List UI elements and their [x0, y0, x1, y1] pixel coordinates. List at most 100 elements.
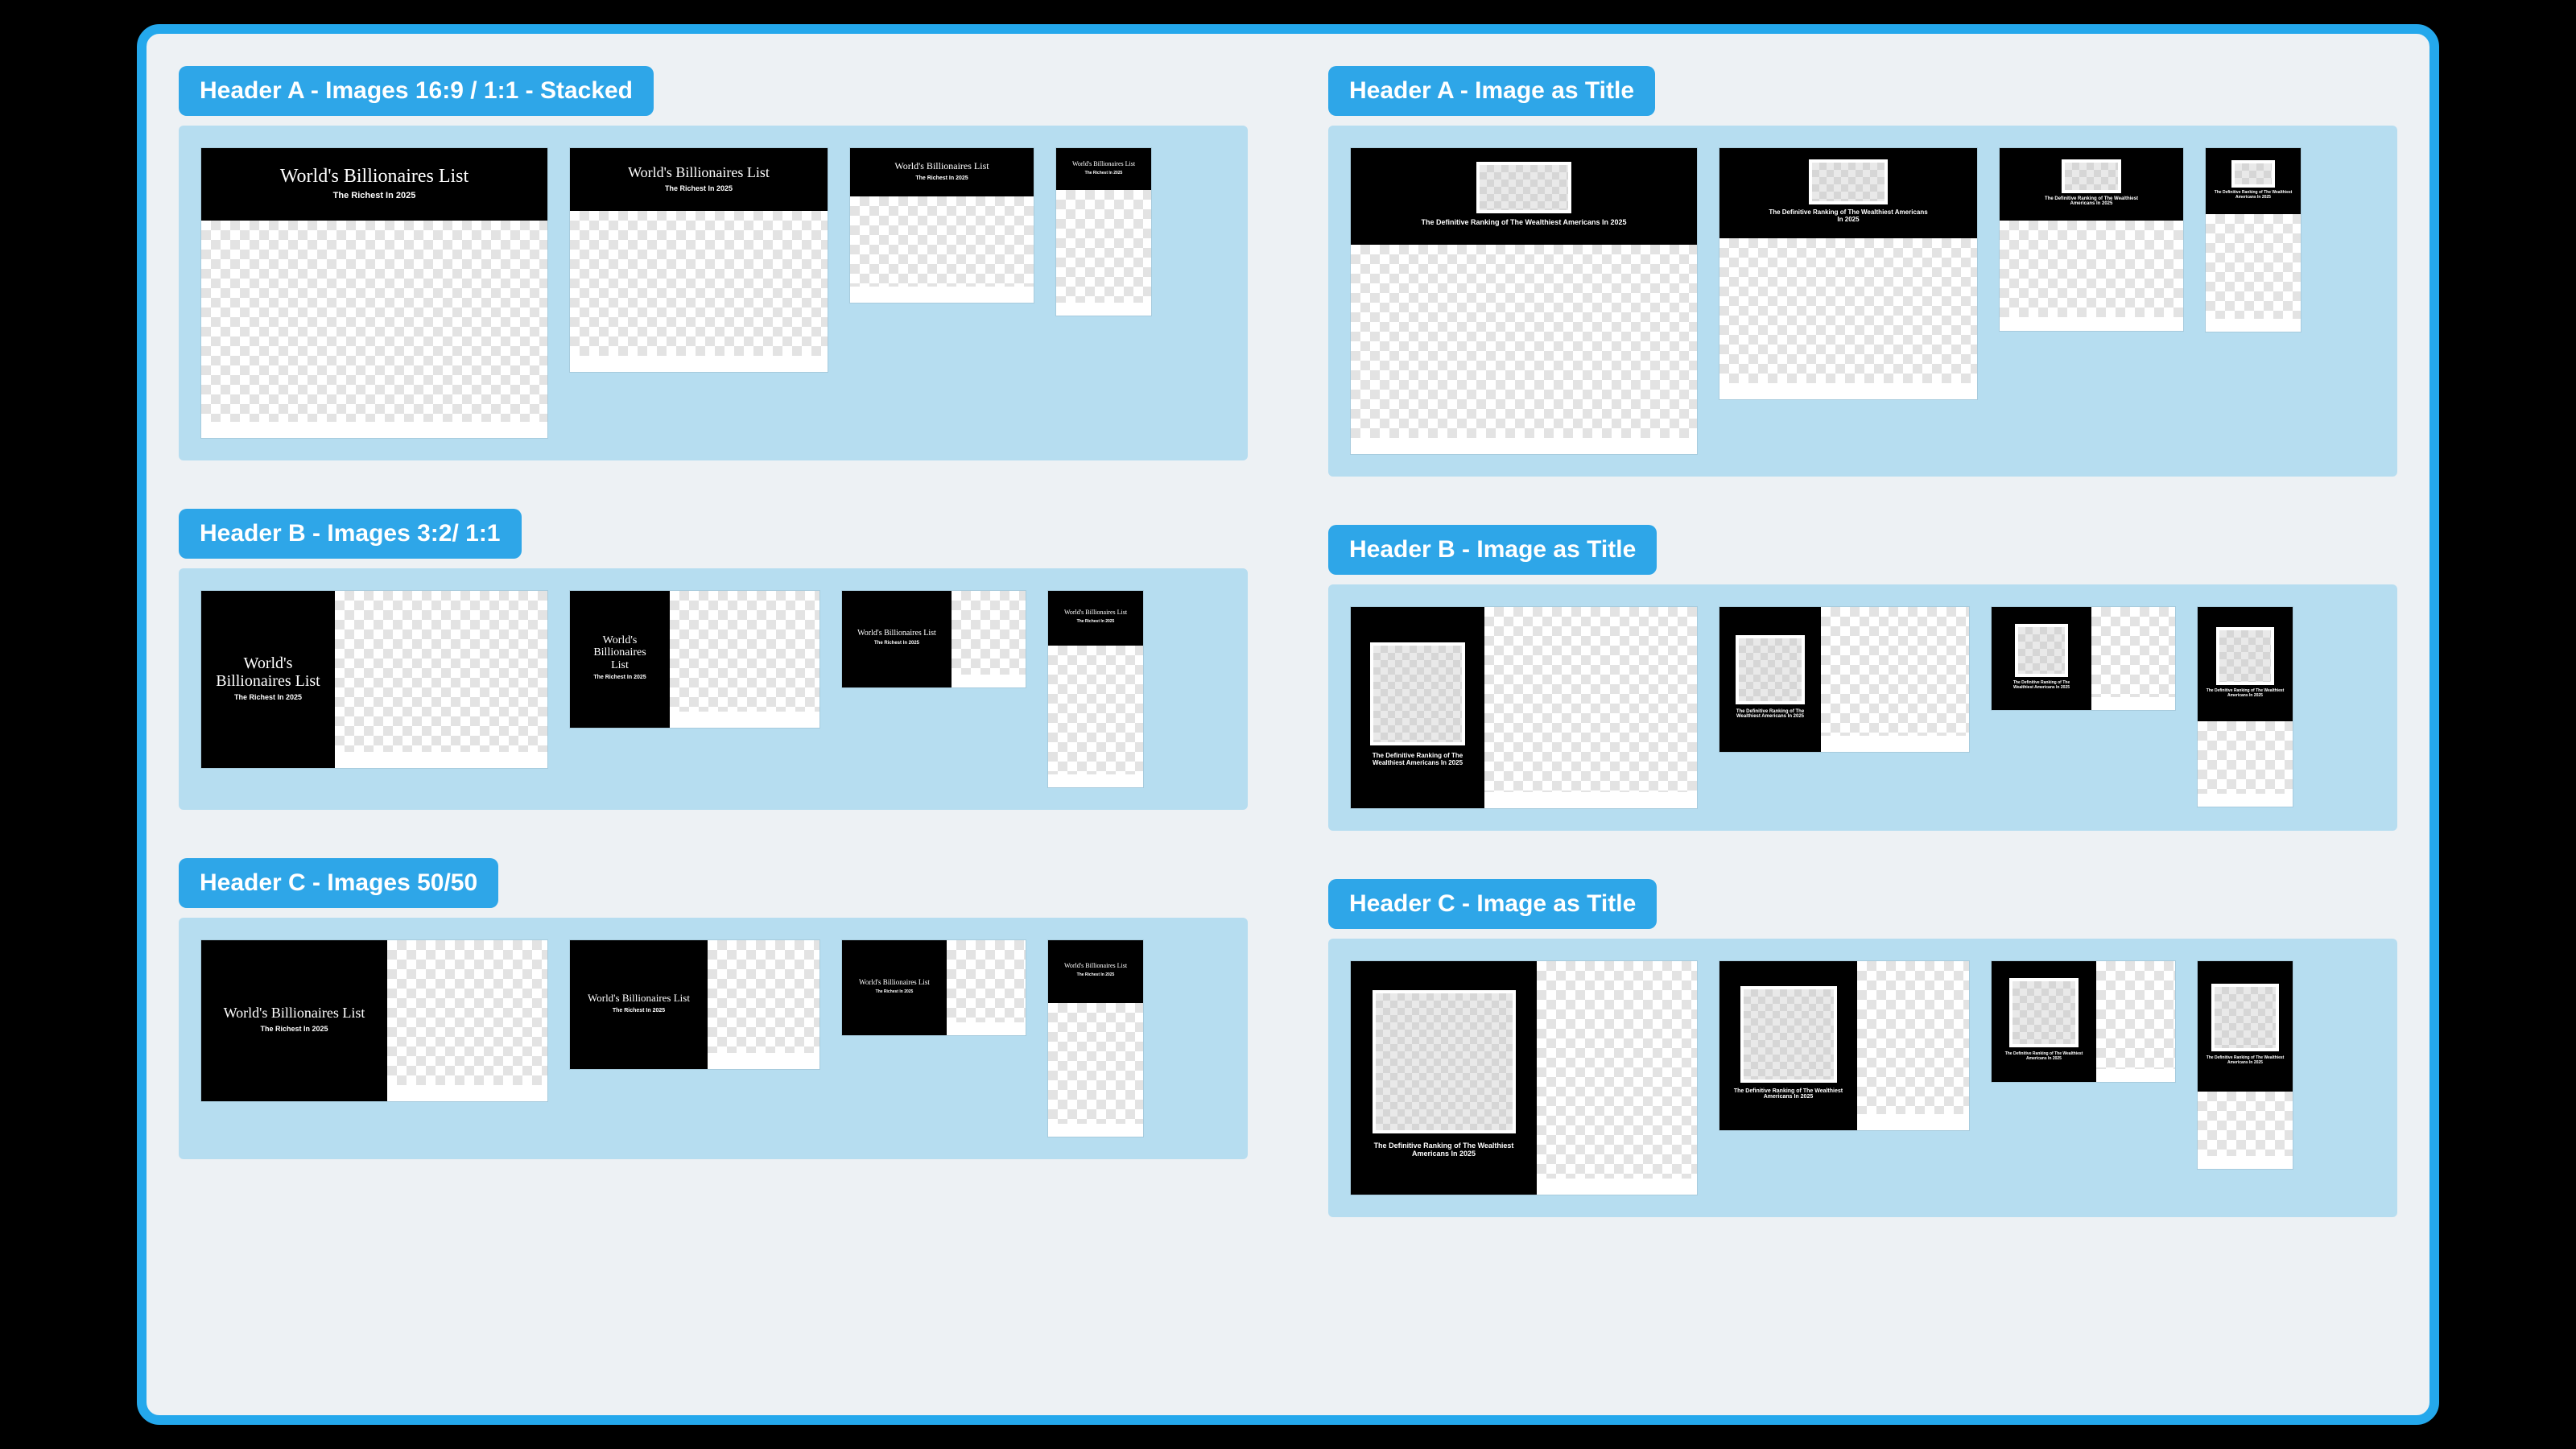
card-footer [850, 287, 1034, 303]
card-footer [952, 675, 1026, 687]
image-placeholder [2198, 1092, 2293, 1156]
template-card[interactable]: World's Billionaires List The Richest In… [842, 591, 1026, 687]
card-caption: The Definitive Ranking of The Wealthiest… [1732, 1088, 1845, 1100]
card-footer [387, 1085, 547, 1101]
section-tray: The Definitive Ranking of The Wealthiest… [1328, 584, 2397, 831]
section-header-c-5050: Header C - Images 50/50 World's Billiona… [179, 858, 1248, 1159]
card-title: World's Billionaires List [857, 629, 936, 638]
card-footer [201, 422, 547, 438]
template-card[interactable]: World's Billionaires List The Richest In… [201, 940, 547, 1101]
image-placeholder [2206, 214, 2301, 319]
card-subtitle: The Richest In 2025 [915, 175, 968, 181]
card-subtitle: The Richest In 2025 [333, 191, 416, 200]
title-image-placeholder [1370, 642, 1465, 745]
card-caption: The Definitive Ranking of The Wealthiest… [2205, 688, 2285, 698]
template-card[interactable]: World's Billionaires List The Richest In… [201, 148, 547, 438]
template-card[interactable]: World's Billionaires List The Richest In… [1056, 148, 1151, 316]
template-card[interactable]: The Definitive Ranking of The Wealthiest… [2206, 148, 2301, 332]
section-tray: The Definitive Ranking of The Wealthiest… [1328, 126, 2397, 477]
image-placeholder [2000, 221, 2183, 317]
template-card[interactable]: The Definitive Ranking of The Wealthiest… [2198, 961, 2293, 1169]
card-caption: The Definitive Ranking of The Wealthiest… [1368, 1141, 1521, 1158]
image-placeholder [1351, 245, 1697, 438]
image-placeholder [708, 940, 819, 1053]
section-header-a-image-title: Header A - Image as Title The Definitive… [1328, 66, 2397, 477]
template-card[interactable]: World's Billionaires List The Richest In… [842, 940, 1026, 1035]
template-card[interactable]: The Definitive Ranking of The Wealthiest… [2000, 148, 2183, 331]
section-tab[interactable]: Header B - Images 3:2/ 1:1 [179, 509, 522, 559]
card-caption: The Definitive Ranking of The Wealthiest… [2213, 190, 2293, 200]
section-tray: The Definitive Ranking of The Wealthiest… [1328, 939, 2397, 1217]
template-card[interactable]: World's Billionaires List The Richest In… [1048, 940, 1143, 1137]
template-card[interactable]: The Definitive Ranking of The Wealthiest… [1719, 148, 1977, 399]
section-tab[interactable]: Header A - Images 16:9 / 1:1 - Stacked [179, 66, 654, 116]
card-subtitle: The Richest In 2025 [1085, 171, 1123, 175]
image-placeholder [670, 591, 819, 712]
card-title: World's Billionaires List [894, 160, 989, 172]
card-subtitle: The Richest In 2025 [874, 641, 919, 646]
template-card[interactable]: World'sBillionaires List The Richest In … [201, 591, 547, 768]
template-card[interactable]: World's Billionaires List The Richest In… [1048, 591, 1143, 787]
section-tab[interactable]: Header B - Image as Title [1328, 525, 1657, 575]
card-subtitle: The Richest In 2025 [234, 693, 302, 701]
image-placeholder [1048, 1003, 1143, 1124]
card-subtitle: The Richest In 2025 [1077, 619, 1115, 624]
card-subtitle: The Richest In 2025 [665, 184, 733, 192]
card-caption: The Definitive Ranking of The Wealthiest… [2035, 196, 2148, 206]
template-card[interactable]: World'sBillionairesList The Richest In 2… [570, 591, 819, 728]
template-card[interactable]: The Definitive Ranking of The Wealthiest… [1992, 607, 2175, 710]
right-column: Header A - Image as Title The Definitive… [1328, 66, 2397, 1217]
template-card[interactable]: World's Billionaires List The Richest In… [570, 148, 828, 372]
card-footer [1484, 792, 1697, 808]
image-placeholder [947, 940, 1026, 1022]
image-placeholder [1056, 190, 1151, 303]
template-card[interactable]: The Definitive Ranking of The Wealthiest… [1992, 961, 2175, 1082]
title-image-placeholder [2009, 978, 2079, 1047]
card-subtitle: The Richest In 2025 [1077, 972, 1115, 977]
template-card[interactable]: The Definitive Ranking of The Wealthiest… [1351, 148, 1697, 454]
design-canvas: Header A - Images 16:9 / 1:1 - Stacked W… [137, 24, 2439, 1425]
template-card[interactable]: World's Billionaires List The Richest In… [850, 148, 1034, 303]
card-footer [1048, 774, 1143, 787]
card-title: World's Billionaires List [588, 992, 690, 1005]
section-tab[interactable]: Header A - Image as Title [1328, 66, 1655, 116]
section-header-a-stacked: Header A - Images 16:9 / 1:1 - Stacked W… [179, 66, 1248, 460]
card-caption: The Definitive Ranking of The Wealthiest… [2003, 680, 2080, 690]
card-title: World's Billionaires List [1072, 160, 1135, 167]
card-footer [2206, 319, 2301, 332]
card-footer [2000, 317, 2183, 331]
card-subtitle: The Richest In 2025 [260, 1025, 328, 1033]
card-title: World's Billionaires List [224, 1005, 365, 1022]
title-image-placeholder [1476, 162, 1571, 213]
image-placeholder [387, 940, 547, 1085]
card-caption: The Definitive Ranking of The Wealthiest… [1768, 208, 1929, 223]
image-placeholder [1719, 238, 1977, 383]
section-header-b-image-title: Header B - Image as Title The Definitive… [1328, 525, 2397, 831]
card-footer [2091, 697, 2175, 710]
template-card[interactable]: The Definitive Ranking of The Wealthiest… [1719, 607, 1969, 752]
title-image-placeholder [2231, 160, 2275, 188]
card-footer [335, 752, 547, 768]
image-placeholder [2198, 721, 2293, 794]
section-tray: World'sBillionaires List The Richest In … [179, 568, 1248, 810]
card-caption: The Definitive Ranking of The Wealthiest… [2004, 1051, 2084, 1061]
template-card[interactable]: The Definitive Ranking of The Wealthiest… [1351, 607, 1697, 808]
template-card[interactable]: The Definitive Ranking of The Wealthiest… [2198, 607, 2293, 807]
image-placeholder [1537, 961, 1697, 1179]
card-footer [2198, 794, 2293, 807]
title-image-placeholder [1736, 635, 1805, 704]
template-card[interactable]: World's Billionaires List The Richest In… [570, 940, 819, 1069]
card-caption: The Definitive Ranking of The Wealthiest… [2205, 1055, 2285, 1065]
card-footer [2198, 1156, 2293, 1169]
title-image-placeholder [2216, 627, 2274, 685]
card-footer [1056, 303, 1151, 316]
section-header-b-3-2: Header B - Images 3:2/ 1:1 World'sBillio… [179, 509, 1248, 810]
section-tab[interactable]: Header C - Images 50/50 [179, 858, 498, 908]
title-image-placeholder [2015, 624, 2068, 677]
section-tray: World's Billionaires List The Richest In… [179, 918, 1248, 1159]
template-card[interactable]: The Definitive Ranking of The Wealthiest… [1351, 961, 1697, 1195]
card-title: World's Billionaires List [1064, 962, 1127, 969]
card-caption: The Definitive Ranking of The Wealthiest… [1732, 709, 1809, 719]
template-card[interactable]: The Definitive Ranking of The Wealthiest… [1719, 961, 1969, 1130]
section-tab[interactable]: Header C - Image as Title [1328, 879, 1657, 929]
